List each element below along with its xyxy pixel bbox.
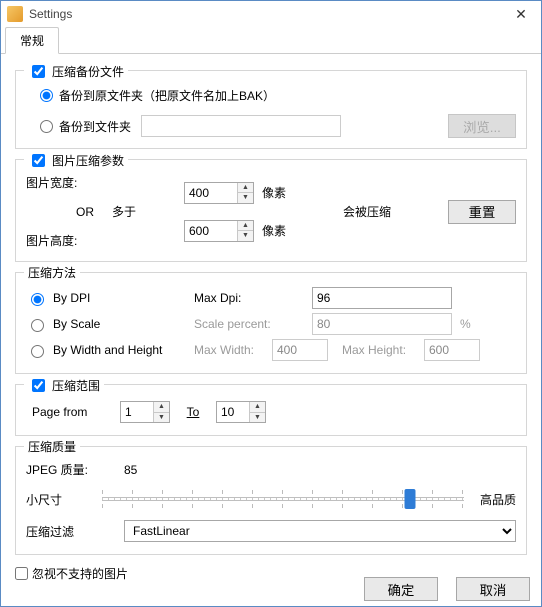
input-backup-folder[interactable]	[141, 115, 341, 137]
chevron-up-icon[interactable]: ▲	[250, 402, 265, 413]
radio-by-dpi[interactable]	[31, 293, 44, 306]
close-button[interactable]: ✕	[507, 3, 535, 25]
tab-general[interactable]: 常规	[5, 27, 59, 54]
group-range: 压缩范围 Page from ▲▼ To ▲▼	[15, 384, 527, 436]
spinner-page-to[interactable]: ▲▼	[216, 401, 266, 423]
label-img-height: 图片高度:	[26, 232, 96, 249]
chevron-down-icon[interactable]: ▼	[154, 413, 169, 423]
label-filter: 压缩过滤	[26, 523, 116, 540]
label-pixel-2: 像素	[262, 222, 286, 239]
input-max-height[interactable]	[424, 339, 480, 361]
spinner-img-width[interactable]: ▲▼	[184, 182, 254, 204]
chk-ignore-unsupported[interactable]	[15, 567, 28, 580]
chk-ignore-unsupported-label: 忽视不支持的图片	[32, 565, 128, 582]
radio-backup-folder[interactable]	[40, 120, 53, 133]
ok-button[interactable]: 确定	[364, 577, 438, 601]
input-img-width[interactable]	[185, 183, 237, 203]
group-quality: 压缩质量 JPEG 质量: 85 小尺寸 高品质 压缩过滤 FastLinear	[15, 446, 527, 555]
label-page-from: Page from	[32, 405, 112, 419]
input-max-width[interactable]	[272, 339, 328, 361]
app-icon	[7, 6, 23, 22]
radio-by-scale-label: By Scale	[53, 317, 100, 331]
label-max-dpi: Max Dpi:	[194, 291, 304, 305]
chk-img-params-enable[interactable]	[32, 154, 45, 167]
input-page-from[interactable]	[121, 402, 153, 422]
reset-button[interactable]: 重置	[448, 200, 516, 224]
titlebar: Settings ✕	[1, 1, 541, 27]
group-method-legend: 压缩方法	[24, 264, 80, 281]
chk-range-enable[interactable]	[32, 379, 45, 392]
label-or: OR	[66, 205, 104, 219]
close-icon: ✕	[515, 6, 527, 23]
input-scale-percent[interactable]	[312, 313, 452, 335]
label-pixel-1: 像素	[262, 184, 286, 201]
label-to: To	[178, 405, 208, 419]
cancel-button-label: 取消	[480, 580, 507, 599]
input-img-height[interactable]	[185, 221, 237, 241]
value-jpeg-quality: 85	[124, 463, 137, 477]
reset-button-label: 重置	[469, 202, 496, 221]
chk-img-params-enable-label: 图片压缩参数	[52, 152, 124, 169]
label-max-width: Max Width:	[194, 343, 264, 357]
label-small-size: 小尺寸	[26, 491, 86, 508]
label-more-than: 多于	[112, 203, 136, 220]
label-will-compress: 会被压缩	[343, 205, 391, 219]
chevron-up-icon[interactable]: ▲	[238, 183, 253, 194]
select-filter[interactable]: FastLinear	[124, 520, 516, 542]
tab-general-label: 常规	[20, 34, 44, 48]
radio-by-scale[interactable]	[31, 319, 44, 332]
label-percent-sign: %	[460, 317, 471, 331]
chevron-down-icon[interactable]: ▼	[238, 231, 253, 241]
chevron-up-icon[interactable]: ▲	[238, 221, 253, 232]
group-backup: 压缩备份文件 备份到原文件夹（把原文件名加上BAK） 备份到文件夹 浏览...	[15, 70, 527, 149]
radio-by-wh-label: By Width and Height	[53, 343, 162, 357]
cancel-button[interactable]: 取消	[456, 577, 530, 601]
browse-button-label: 浏览...	[463, 117, 501, 136]
group-quality-legend: 压缩质量	[24, 438, 80, 455]
chk-backup-enable[interactable]	[32, 65, 45, 78]
label-scale-percent: Scale percent:	[194, 317, 304, 331]
slider-thumb[interactable]	[404, 489, 415, 509]
spinner-img-height[interactable]: ▲▼	[184, 220, 254, 242]
chk-backup-enable-label: 压缩备份文件	[52, 63, 124, 80]
spinner-page-from[interactable]: ▲▼	[120, 401, 170, 423]
tab-content: 压缩备份文件 备份到原文件夹（把原文件名加上BAK） 备份到文件夹 浏览... …	[1, 54, 541, 582]
radio-by-dpi-label: By DPI	[53, 291, 90, 305]
group-method: 压缩方法 By DPI Max Dpi: By Scale Scale perc…	[15, 272, 527, 374]
dialog-footer: 确定 取消	[364, 577, 530, 601]
chevron-down-icon[interactable]: ▼	[238, 193, 253, 203]
window-title: Settings	[29, 7, 507, 21]
radio-backup-samefolder-label: 备份到原文件夹（把原文件名加上BAK）	[59, 87, 275, 104]
group-img-params: 图片压缩参数 图片宽度: OR 多于 图片高度: ▲▼	[15, 159, 527, 262]
chevron-down-icon[interactable]: ▼	[250, 413, 265, 423]
slider-jpeg-quality[interactable]	[102, 488, 464, 510]
chk-range-enable-label: 压缩范围	[52, 377, 100, 394]
tabstrip: 常规	[1, 27, 541, 54]
label-max-height: Max Height:	[342, 343, 416, 357]
chevron-up-icon[interactable]: ▲	[154, 402, 169, 413]
radio-backup-folder-label: 备份到文件夹	[59, 118, 131, 135]
browse-button[interactable]: 浏览...	[448, 114, 516, 138]
input-page-to[interactable]	[217, 402, 249, 422]
ok-button-label: 确定	[388, 580, 415, 599]
radio-by-wh[interactable]	[31, 345, 44, 358]
radio-backup-samefolder[interactable]	[40, 89, 53, 102]
label-high-quality: 高品质	[480, 491, 516, 508]
input-max-dpi[interactable]	[312, 287, 452, 309]
label-jpeg-quality: JPEG 质量:	[26, 461, 116, 478]
label-img-width: 图片宽度:	[26, 174, 96, 191]
